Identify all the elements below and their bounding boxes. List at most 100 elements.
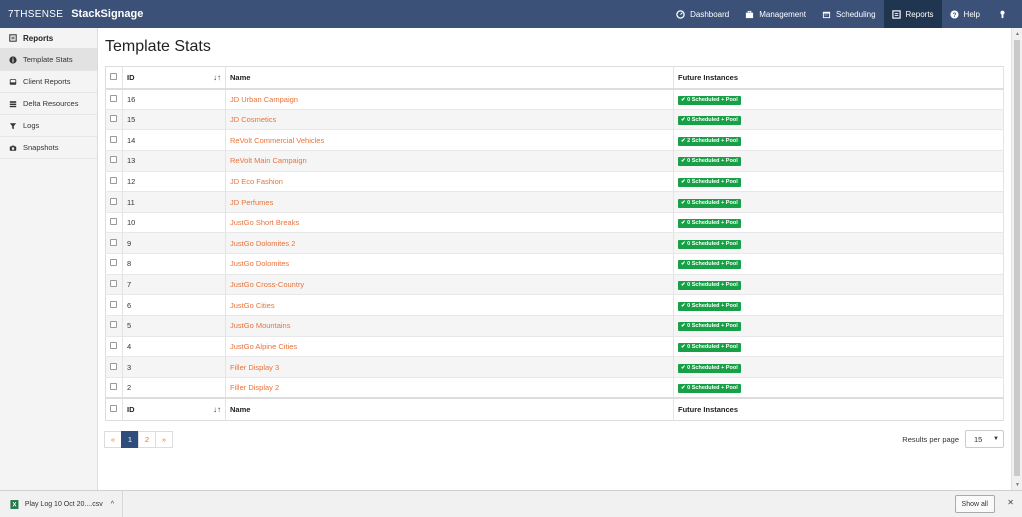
camera-icon (9, 145, 17, 151)
select-all-cell (105, 397, 123, 421)
table-row[interactable]: 2 Filler Display 2 ✔ 0 Scheduled + Pool (105, 376, 1004, 399)
nav-help[interactable]: ? Help (942, 0, 988, 28)
future-instances-text: 0 Scheduled + Pool (687, 240, 738, 247)
row-checkbox[interactable] (110, 362, 117, 370)
brand[interactable]: 7THSENSE StackSignage (0, 0, 143, 28)
template-name-link[interactable]: Filler Display 2 (230, 383, 279, 392)
row-select-cell (105, 356, 123, 378)
template-name-link[interactable]: Filler Display 3 (230, 363, 279, 372)
sidebar-item-snapshots[interactable]: Snapshots (0, 137, 97, 159)
future-instances-badge: ✔ 0 Scheduled + Pool (678, 384, 741, 394)
pagination-prev[interactable]: « (104, 431, 122, 448)
sidebar-item-client-reports[interactable]: Client Reports (0, 71, 97, 93)
row-checkbox[interactable] (110, 176, 117, 184)
scroll-up-arrow-icon[interactable]: ▲ (1012, 28, 1022, 39)
table-row[interactable]: 4 JustGo Alpine Cities ✔ 0 Scheduled + Poo… (105, 335, 1004, 357)
future-instances-badge: ✔ 0 Scheduled + Pool (678, 115, 741, 125)
row-checkbox[interactable] (110, 259, 117, 267)
results-per-page-select[interactable]: 15 ▼ (965, 430, 1004, 448)
row-checkbox[interactable] (110, 383, 117, 391)
row-checkbox[interactable] (110, 94, 117, 102)
template-name-link[interactable]: JustGo Short Breaks (230, 218, 299, 227)
pagination-page-1[interactable]: 1 (121, 431, 139, 448)
row-checkbox[interactable] (110, 197, 117, 205)
page-scrollbar[interactable]: ▲ ▼ (1011, 28, 1022, 490)
future-instances-badge: ✔ 0 Scheduled + Pool (678, 301, 741, 311)
nav-reports[interactable]: Reports (883, 0, 942, 28)
template-name-link[interactable]: JustGo Alpine Cities (230, 342, 297, 351)
help-icon: ? (949, 9, 959, 18)
scroll-down-arrow-icon[interactable]: ▼ (1012, 479, 1022, 490)
table-row[interactable]: 10 JustGo Short Breaks ✔ 0 Scheduled + Poo… (105, 211, 1004, 233)
template-stats-table: ID ↓↑ Name Future Instances 16 JD Urban Ca… (105, 66, 1004, 421)
template-name-link[interactable]: JustGo Dolomites 2 (230, 239, 295, 248)
row-checkbox[interactable] (110, 321, 117, 329)
nav-scheduling[interactable]: Scheduling (814, 0, 884, 28)
table-row[interactable]: 5 JustGo Mountains ✔ 0 Scheduled + Pool (105, 315, 1004, 337)
template-name-link[interactable]: JustGo Dolomites (230, 259, 289, 268)
row-checkbox[interactable] (110, 300, 117, 308)
template-name-link[interactable]: JD Cosmetics (230, 115, 276, 124)
template-name-link[interactable]: JD Eco Fashion (230, 177, 283, 186)
results-per-page-label: Results per page (902, 434, 959, 444)
template-name-link[interactable]: JD Perfumes (230, 198, 273, 207)
template-name-link[interactable]: JustGo Cities (230, 301, 275, 310)
row-select-cell (105, 232, 123, 254)
sidebar-item-label: Template Stats (23, 55, 73, 64)
row-checkbox[interactable] (110, 280, 117, 288)
table-row[interactable]: 16 JD Urban Campaign ✔ 0 Scheduled + Pool (105, 88, 1004, 110)
nav-dashboard[interactable]: Dashboard (668, 0, 737, 28)
table-row[interactable]: 7 JustGo Cross-Country ✔ 0 Scheduled + Poo… (105, 273, 1004, 295)
row-checkbox[interactable] (110, 238, 117, 246)
pagination: « 1 2 » (104, 431, 173, 448)
template-name-link[interactable]: JustGo Mountains (230, 321, 290, 330)
nav-management[interactable]: Management (737, 0, 814, 28)
row-id: 2 (122, 376, 226, 399)
sort-icon[interactable]: ↓↑ (213, 405, 221, 414)
row-select-cell (105, 315, 123, 337)
table-row[interactable]: 15 JD Cosmetics ✔ 0 Scheduled + Pool (105, 108, 1004, 130)
pagination-next[interactable]: » (155, 431, 173, 448)
sidebar-item-delta-resources[interactable]: Delta Resources (0, 93, 97, 115)
table-row[interactable]: 14 ReVolt Commercial Vehicles ✔ 2 Schedule… (105, 129, 1004, 151)
future-instances-badge: ✔ 0 Scheduled + Pool (678, 157, 741, 167)
row-checkbox[interactable] (110, 156, 117, 164)
row-checkbox[interactable] (110, 114, 117, 122)
table-row[interactable]: 6 JustGo Cities ✔ 0 Scheduled + Pool (105, 294, 1004, 316)
column-header-id[interactable]: ID ↓↑ (122, 66, 226, 90)
close-icon[interactable]: ✕ (1007, 498, 1014, 507)
row-future-instances-cell: ✔ 0 Scheduled + Pool (673, 191, 1004, 213)
download-item[interactable]: X Play Log 10 Oct 20....csv ^ (0, 490, 123, 517)
select-all-checkbox[interactable] (110, 404, 117, 412)
future-instances-text: 2 Scheduled + Pool (687, 137, 738, 144)
row-checkbox[interactable] (110, 342, 117, 349)
row-checkbox[interactable] (110, 135, 117, 143)
table-row[interactable]: 11 JD Perfumes ✔ 0 Scheduled + Pool (105, 191, 1004, 213)
row-name-cell: JustGo Alpine Cities (225, 335, 674, 357)
table-row[interactable]: 8 JustGo Dolomites ✔ 0 Scheduled + Pool (105, 253, 1004, 275)
sidebar-item-logs[interactable]: Logs (0, 115, 97, 137)
column-footer-id[interactable]: ID ↓↑ (122, 397, 226, 421)
scrollbar-thumb[interactable] (1014, 40, 1020, 476)
future-instances-badge: ✔ 0 Scheduled + Pool (678, 219, 741, 229)
table-row[interactable]: 12 JD Eco Fashion ✔ 0 Scheduled + Pool (105, 170, 1004, 192)
sidebar-header-label: Reports (23, 33, 54, 43)
template-name-link[interactable]: ReVolt Commercial Vehicles (230, 136, 324, 145)
nav-user-menu[interactable] (988, 0, 1022, 28)
template-name-link[interactable]: JD Urban Campaign (230, 95, 298, 104)
table-row[interactable]: 3 Filler Display 3 ✔ 0 Scheduled + Pool (105, 356, 1004, 378)
show-all-downloads-button[interactable]: Show all (954, 495, 995, 513)
info-icon (9, 55, 17, 64)
table-row[interactable]: 13 ReVolt Main Campaign ✔ 0 Scheduled + Po… (105, 149, 1004, 172)
chevron-up-icon[interactable]: ^ (111, 501, 114, 508)
select-all-checkbox[interactable] (110, 72, 117, 80)
row-id: 10 (122, 211, 226, 233)
pagination-page-2[interactable]: 2 (138, 431, 156, 448)
sidebar-item-template-stats[interactable]: Template Stats (0, 49, 97, 71)
row-checkbox[interactable] (110, 218, 117, 226)
table-row[interactable]: 9 JustGo Dolomites 2 ✔ 0 Scheduled + Pool (105, 232, 1004, 254)
sidebar-header: Reports (0, 28, 97, 49)
template-name-link[interactable]: ReVolt Main Campaign (230, 156, 307, 165)
sort-icon[interactable]: ↓↑ (213, 73, 221, 82)
template-name-link[interactable]: JustGo Cross-Country (230, 280, 304, 289)
